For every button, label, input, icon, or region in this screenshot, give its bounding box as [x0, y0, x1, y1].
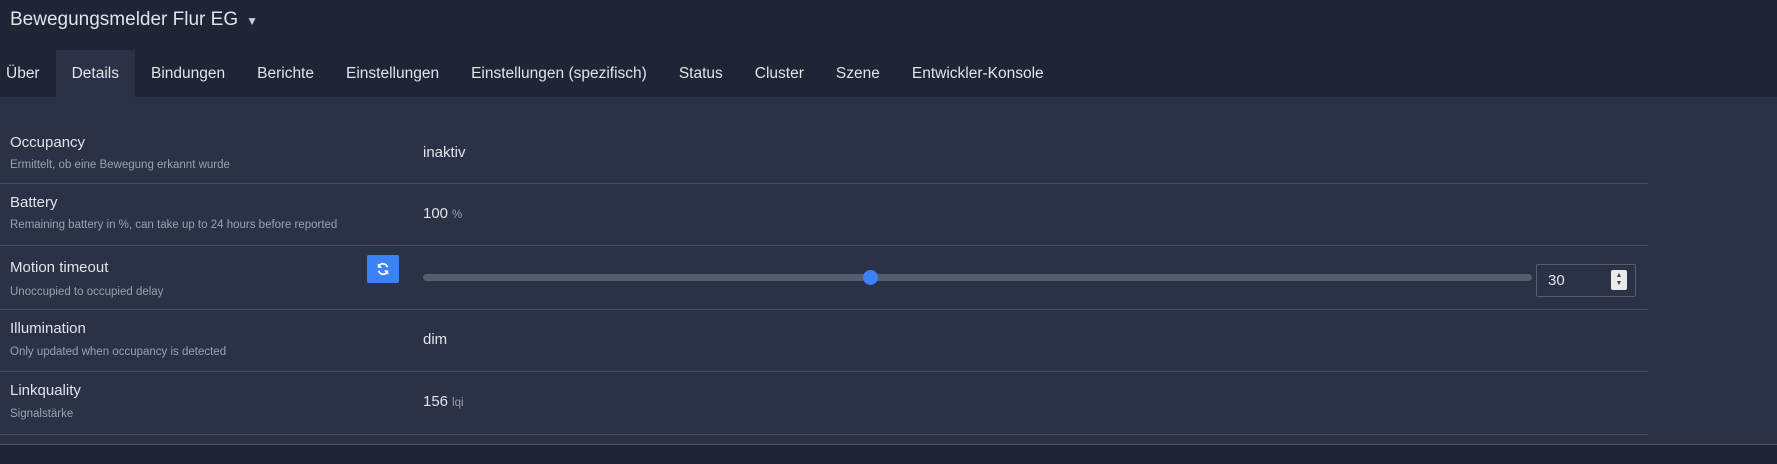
- motion-timeout-slider[interactable]: [423, 270, 1532, 285]
- tab-details[interactable]: Details: [55, 50, 135, 97]
- linkquality-unit: lqi: [452, 397, 464, 409]
- battery-row: Battery Remaining battery in %, can take…: [0, 184, 1648, 246]
- linkquality-value-group: 156 lqi: [423, 393, 464, 410]
- motion-timeout-value: 30: [1548, 272, 1565, 289]
- occupancy-label: Occupancy: [10, 134, 86, 151]
- battery-label: Battery: [10, 194, 58, 211]
- tab-szene[interactable]: Szene: [820, 50, 896, 97]
- occupancy-row: Occupancy Ermittelt, ob eine Bewegung er…: [0, 97, 1648, 184]
- linkquality-row: Linkquality Signalstärke 156 lqi: [0, 372, 1648, 435]
- motion-timeout-input[interactable]: 30 ▲ ▼: [1536, 264, 1636, 297]
- slider-thumb[interactable]: [862, 270, 878, 285]
- tab-einstellungen-spezifisch[interactable]: Einstellungen (spezifisch): [455, 50, 663, 97]
- tab-berichte[interactable]: Berichte: [241, 50, 330, 97]
- refresh-icon: [377, 263, 389, 275]
- chevron-up-icon[interactable]: ▲: [1616, 272, 1623, 280]
- chevron-down-icon[interactable]: ▼: [1616, 280, 1623, 288]
- illumination-description: Only updated when occupancy is detected: [10, 346, 227, 358]
- illumination-label: Illumination: [10, 320, 86, 337]
- linkquality-label: Linkquality: [10, 382, 81, 399]
- device-name: Bewegungsmelder Flur EG: [10, 9, 239, 30]
- footer: [0, 445, 1777, 464]
- motion-timeout-description: Unoccupied to occupied delay: [10, 286, 164, 298]
- tab-cluster[interactable]: Cluster: [739, 50, 820, 97]
- battery-description: Remaining battery in %, can take up to 2…: [10, 219, 338, 231]
- tab-einstellungen[interactable]: Einstellungen: [330, 50, 455, 97]
- device-selector[interactable]: Bewegungsmelder Flur EG ▼: [10, 7, 258, 33]
- occupancy-value: inaktiv: [423, 144, 466, 161]
- illumination-value: dim: [423, 331, 448, 348]
- linkquality-description: Signalstärke: [10, 408, 74, 420]
- details-panel: Occupancy Ermittelt, ob eine Bewegung er…: [0, 97, 1777, 444]
- chevron-down-icon: ▼: [246, 14, 258, 28]
- tab-ueber[interactable]: Über: [0, 50, 56, 97]
- battery-value-group: 100%: [423, 205, 462, 222]
- occupancy-description: Ermittelt, ob eine Bewegung erkannt wurd…: [10, 159, 230, 171]
- refresh-button[interactable]: [367, 255, 399, 283]
- number-stepper[interactable]: ▲ ▼: [1611, 270, 1627, 290]
- tab-bar: Über Details Bindungen Berichte Einstell…: [0, 50, 1060, 97]
- tab-entwickler-konsole[interactable]: Entwickler-Konsole: [896, 50, 1060, 97]
- battery-value: 100: [423, 205, 449, 222]
- tab-status[interactable]: Status: [663, 50, 739, 97]
- tab-bindungen[interactable]: Bindungen: [135, 50, 241, 97]
- illumination-row: Illumination Only updated when occupancy…: [0, 310, 1648, 372]
- device-header: Bewegungsmelder Flur EG ▼ Über Details B…: [0, 0, 1777, 97]
- linkquality-value: 156: [423, 393, 449, 410]
- motion-timeout-label: Motion timeout: [10, 259, 109, 276]
- battery-unit: %: [452, 209, 463, 221]
